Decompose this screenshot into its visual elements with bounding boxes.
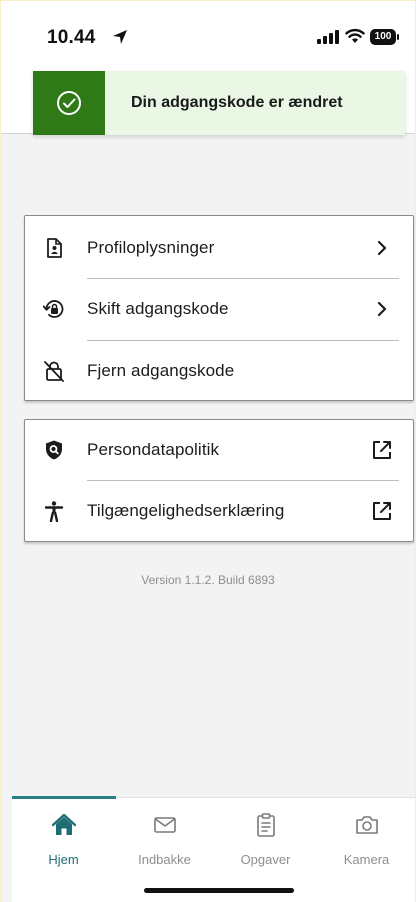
battery-tip [397,34,399,40]
shield-search-icon [43,439,65,461]
menu-item-label: Fjern adgangskode [87,361,235,380]
menu-item-remove-password[interactable]: Fjern adgangskode [25,341,413,401]
status-bar: 10.44 100 [0,0,416,80]
tab-inbox[interactable]: Indbakke [114,812,215,872]
accessibility-icon [43,500,65,522]
chevron-right-icon [377,301,387,317]
tab-bar: Hjem Indbakke Opgaver Kamera [12,796,416,902]
active-tab-indicator [12,796,116,799]
menu-item-accessibility-statement[interactable]: Tilgængelighedserklæring [25,481,413,541]
chevron-right-icon [377,240,387,256]
profile-document-icon [43,237,65,259]
tab-label: Kamera [343,852,390,867]
tab-home[interactable]: Hjem [13,812,114,872]
cellular-signal-icon [317,30,339,44]
camera-icon [355,816,378,834]
lock-off-icon [43,360,65,382]
battery-indicator: 100 [370,29,400,45]
tab-tasks[interactable]: Opgaver [215,812,316,872]
clipboard-icon [256,813,275,837]
menu-item-label: Skift adgangskode [87,299,229,318]
tab-label: Opgaver [240,852,291,867]
success-toast: Din adgangskode er ændret [33,71,405,135]
status-time: 10.44 [47,27,96,48]
version-text: Version 1.1.2. Build 6893 [141,573,275,587]
home-indicator-bar [144,888,294,893]
tab-camera[interactable]: Kamera [316,812,416,872]
tab-label: Hjem [48,852,79,867]
external-link-icon [373,502,391,520]
menu-item-profile[interactable]: Profiloplysninger [25,218,413,278]
tab-label: Indbakke [138,852,191,867]
menu-item-label: Tilgængelighedserklæring [87,501,285,520]
menu-item-label: Profiloplysninger [87,238,215,257]
menu-item-label: Persondatapolitik [87,440,220,459]
mail-icon [153,817,176,833]
battery-level: 100 [370,29,396,45]
toast-icon-box [33,71,105,135]
check-circle-icon [57,91,81,115]
toast-message: Din adgangskode er ændret [131,94,343,111]
info-links-card: Persondatapolitik Tilgængelighedserklæri… [24,419,414,542]
home-icon [51,813,76,835]
external-link-icon [373,441,391,459]
lock-refresh-icon [43,298,65,320]
location-arrow-icon [113,30,127,44]
account-menu-card: Profiloplysninger Skift adgangskode Fjer… [24,215,414,401]
menu-item-change-password[interactable]: Skift adgangskode [25,279,413,339]
menu-item-privacy-policy[interactable]: Persondatapolitik [25,420,413,480]
wifi-icon [345,28,365,43]
